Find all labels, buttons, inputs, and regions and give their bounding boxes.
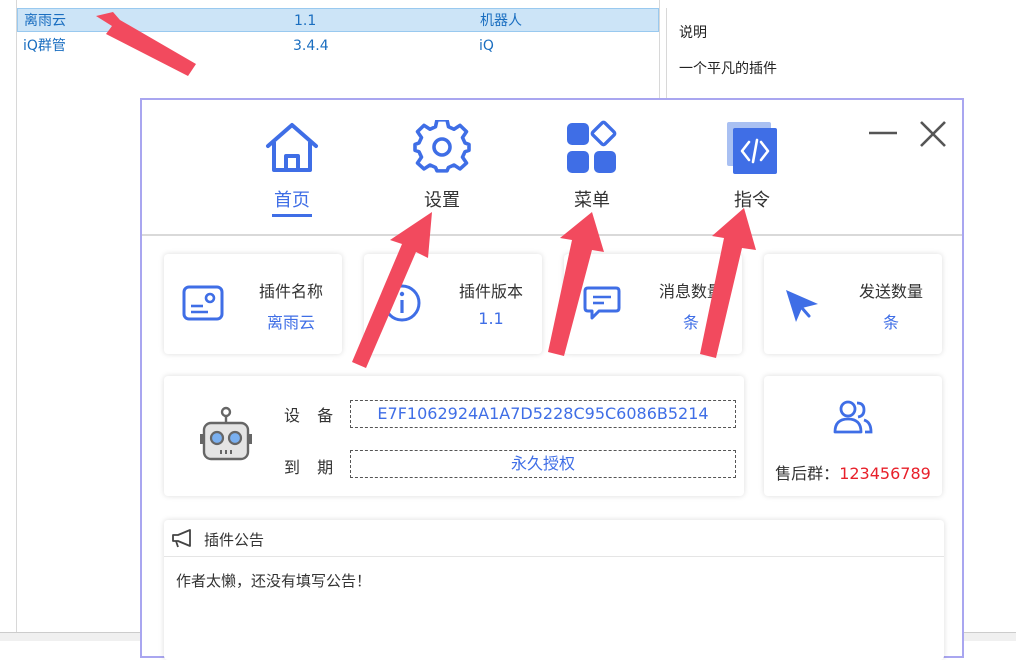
support-group: 售后群：123456789 — [764, 460, 942, 484]
minimize-button[interactable] — [866, 118, 900, 152]
stat-title: 消息数量 — [658, 282, 723, 301]
stat-card-plugin-name: 插件名称 离雨云 — [164, 254, 342, 354]
tab-label: 首页 — [274, 190, 310, 211]
tab-label: 指令 — [734, 190, 770, 211]
plugin-type: iQ — [479, 38, 494, 54]
stat-value: 条 — [682, 313, 699, 332]
id-card-icon — [182, 285, 224, 321]
close-icon — [920, 121, 946, 147]
plugin-version: 1.1 — [294, 13, 317, 29]
stat-card-send-count: 发送数量 条 — [764, 254, 942, 354]
stat-value: 1.1 — [478, 309, 504, 328]
menu-grid-icon — [567, 120, 617, 173]
plugin-name: 离雨云 — [24, 13, 66, 29]
tab-menu[interactable]: 菜单 — [542, 120, 642, 230]
notice-title: 插件公告 — [204, 531, 265, 549]
send-icon — [786, 290, 818, 322]
tab-label: 菜单 — [574, 190, 610, 211]
stat-value: 条 — [882, 313, 899, 332]
device-id-field: E7F1062924A1A7D5228C95C6086B5214 — [350, 400, 736, 428]
plugin-type: 机器人 — [480, 13, 522, 29]
plugin-row-liyuyun[interactable]: 离雨云 1.1 机器人 — [17, 8, 659, 32]
stat-title: 插件版本 — [458, 282, 523, 301]
expire-field: 永久授权 — [350, 450, 736, 478]
support-number[interactable]: 123456789 — [839, 464, 931, 483]
top-nav: 首页 设置 菜单 指令 — [142, 100, 962, 236]
close-button[interactable] — [916, 118, 950, 152]
support-label: 售后群： — [775, 464, 840, 483]
tab-settings[interactable]: 设置 — [392, 120, 492, 230]
notice-card: 插件公告 作者太懒，还没有填写公告！ — [164, 520, 944, 660]
notice-content: 作者太懒，还没有填写公告！ — [176, 572, 372, 590]
expire-label: 到 期 — [284, 458, 340, 477]
plugin-version: 3.4.4 — [293, 38, 329, 54]
stat-card-plugin-version: 插件版本 1.1 — [364, 254, 542, 354]
message-icon — [583, 286, 621, 320]
support-card: 售后群：123456789 — [764, 376, 942, 496]
megaphone-icon — [172, 529, 191, 548]
device-card: 设 备 E7F1062924A1A7D5228C95C6086B5214 到 期… — [164, 376, 744, 496]
notice-header: 插件公告 — [164, 520, 944, 557]
device-label: 设 备 — [284, 406, 340, 425]
home-icon — [266, 123, 318, 172]
tab-label: 设置 — [424, 190, 460, 211]
gear-icon — [413, 120, 471, 173]
description-heading: 说明 — [679, 25, 707, 41]
tab-home[interactable]: 首页 — [242, 120, 342, 230]
stat-title: 插件名称 — [258, 282, 323, 301]
description-text: 一个平凡的插件 — [679, 61, 777, 77]
plugin-name: iQ群管 — [23, 38, 66, 54]
plugin-row-iq[interactable]: iQ群管 3.4.4 iQ — [17, 34, 659, 58]
info-icon — [383, 284, 421, 322]
robot-icon — [200, 406, 252, 461]
stat-value: 离雨云 — [266, 313, 315, 332]
stat-card-message-count: 消息数量 条 — [564, 254, 742, 354]
stat-title: 发送数量 — [858, 282, 923, 301]
code-icon — [727, 122, 777, 174]
plugin-dialog: 首页 设置 菜单 指令 插件名称 离雨云 插件版本 1.1 消息数量 条 发送数… — [140, 98, 964, 660]
group-users-icon — [833, 400, 873, 434]
active-tab-underline — [272, 214, 312, 217]
minimize-icon — [869, 131, 897, 135]
tab-command[interactable]: 指令 — [702, 120, 802, 230]
